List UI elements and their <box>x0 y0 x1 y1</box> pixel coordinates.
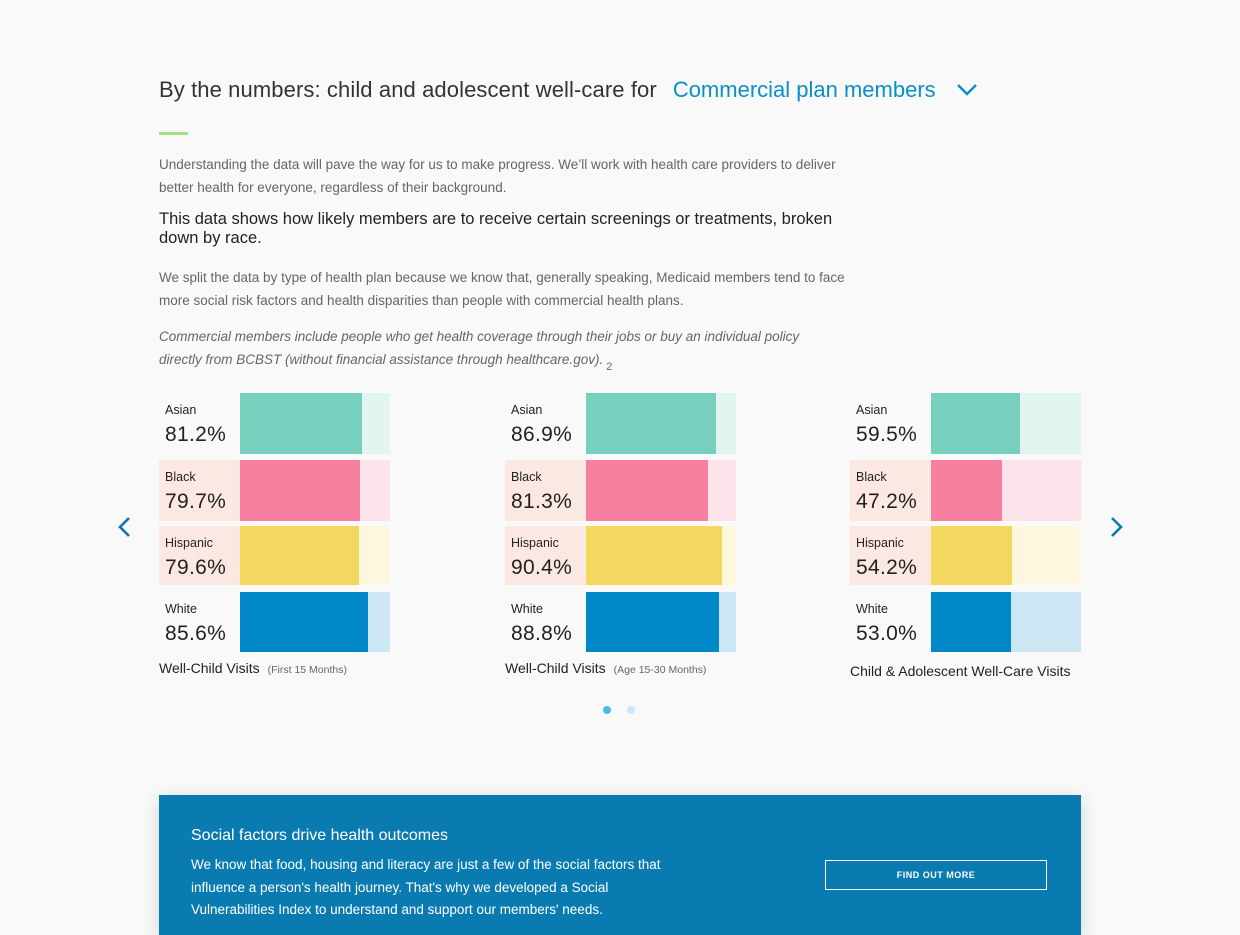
category-label: Black <box>856 470 887 484</box>
bar-asian <box>240 393 362 454</box>
chevron-left-icon[interactable] <box>116 515 134 539</box>
chart-title-text: Child & Adolescent Well-Care Visits <box>850 663 1071 679</box>
bar-track <box>931 393 1081 454</box>
chart-title-text: Well-Child Visits <box>159 660 260 676</box>
bar-track <box>586 460 736 521</box>
bar-label-cell: Asian 59.5% <box>850 393 931 454</box>
chart-title-text: Well-Child Visits <box>505 660 606 676</box>
category-label: Hispanic <box>856 536 904 550</box>
category-label: Hispanic <box>165 536 213 550</box>
bar-label-cell: Hispanic 90.4% <box>505 526 586 585</box>
bar-row-black: Black 79.7% <box>159 460 390 521</box>
bar-row-white: White 88.8% <box>505 592 736 652</box>
bar-asian <box>931 393 1020 454</box>
bar-row-asian: Asian 86.9% <box>505 393 736 454</box>
category-label: Asian <box>511 403 543 417</box>
bar-row-hispanic: Hispanic 54.2% <box>850 526 1081 585</box>
bar-label-cell: White 85.6% <box>159 592 240 652</box>
bar-track <box>240 393 390 454</box>
bar-label-cell: Black 47.2% <box>850 460 931 521</box>
bar-track <box>931 526 1081 585</box>
category-label: White <box>856 602 888 616</box>
chevron-right-icon[interactable] <box>1107 515 1125 539</box>
bar-label-cell: White 88.8% <box>505 592 586 652</box>
bar-track <box>931 460 1081 521</box>
carousel-dot[interactable] <box>627 706 635 714</box>
bar-chart: Asian 59.5% Black 47.2% Hispanic 54.2% White 53… <box>850 0 1090 700</box>
bar-black <box>586 460 708 521</box>
category-label: Hispanic <box>511 536 559 550</box>
bar-hispanic <box>931 526 1012 585</box>
banner-title: Social factors drive health outcomes <box>191 827 449 844</box>
bar-asian <box>586 393 716 454</box>
bar-label-cell: Hispanic 79.6% <box>159 526 240 585</box>
bar-track <box>586 393 736 454</box>
bar-label-cell: Asian 86.9% <box>505 393 586 454</box>
category-label: White <box>165 602 197 616</box>
bar-row-asian: Asian 81.2% <box>159 393 390 454</box>
bar-row-black: Black 81.3% <box>505 460 736 521</box>
category-label: Black <box>511 470 542 484</box>
bar-label-cell: Black 81.3% <box>505 460 586 521</box>
value-label: 81.2% <box>165 423 227 446</box>
chart-title: Child & Adolescent Well-Care Visits <box>850 663 1070 679</box>
bar-white <box>931 592 1011 652</box>
bar-row-hispanic: Hispanic 79.6% <box>159 526 390 585</box>
bar-row-asian: Asian 59.5% <box>850 393 1081 454</box>
bar-row-black: Black 47.2% <box>850 460 1081 521</box>
value-label: 54.2% <box>856 556 918 579</box>
value-label: 88.8% <box>511 622 573 645</box>
bar-chart: Asian 81.2% Black 79.7% Hispanic 79.6% White 85… <box>159 0 399 700</box>
carousel-dots <box>603 706 635 714</box>
category-label: Black <box>165 470 196 484</box>
bar-label-cell: Hispanic 54.2% <box>850 526 931 585</box>
social-factors-banner: Social factors drive health outcomes We … <box>159 795 1081 935</box>
bar-track <box>240 460 390 521</box>
bar-row-white: White 85.6% <box>159 592 390 652</box>
bar-label-cell: Black 79.7% <box>159 460 240 521</box>
bar-row-white: White 53.0% <box>850 592 1081 652</box>
bar-white <box>240 592 368 652</box>
bar-row-hispanic: Hispanic 90.4% <box>505 526 736 585</box>
find-out-more-button[interactable]: FIND OUT MORE <box>825 860 1047 890</box>
bar-track <box>240 592 390 652</box>
chart-title: Well-Child Visits (First 15 Months) <box>159 660 347 676</box>
bar-hispanic <box>586 526 722 585</box>
value-label: 47.2% <box>856 490 918 513</box>
category-label: Asian <box>856 403 888 417</box>
value-label: 81.3% <box>511 490 573 513</box>
bar-track <box>586 592 736 652</box>
value-label: 79.6% <box>165 556 227 579</box>
bar-black <box>240 460 360 521</box>
category-label: White <box>511 602 543 616</box>
value-label: 86.9% <box>511 423 573 446</box>
bar-hispanic <box>240 526 359 585</box>
bar-track <box>931 592 1081 652</box>
carousel-dot[interactable] <box>603 706 611 714</box>
banner-body: We know that food, housing and literacy … <box>191 857 661 917</box>
bar-black <box>931 460 1002 521</box>
bar-chart: Asian 86.9% Black 81.3% Hispanic 90.4% White 88… <box>505 0 745 700</box>
bar-white <box>586 592 719 652</box>
chart-subtitle: (First 15 Months) <box>267 664 347 676</box>
bar-track <box>586 526 736 585</box>
charts-carousel: Asian 81.2% Black 79.7% Hispanic 79.6% White 85… <box>0 0 1240 924</box>
value-label: 59.5% <box>856 423 918 446</box>
category-label: Asian <box>165 403 197 417</box>
value-label: 85.6% <box>165 622 227 645</box>
bar-label-cell: Asian 81.2% <box>159 393 240 454</box>
bar-track <box>240 526 390 585</box>
value-label: 79.7% <box>165 490 227 513</box>
value-label: 53.0% <box>856 622 918 645</box>
bar-label-cell: White 53.0% <box>850 592 931 652</box>
chart-subtitle: (Age 15-30 Months) <box>613 664 707 676</box>
chart-title: Well-Child Visits (Age 15-30 Months) <box>505 660 706 676</box>
value-label: 90.4% <box>511 556 573 579</box>
